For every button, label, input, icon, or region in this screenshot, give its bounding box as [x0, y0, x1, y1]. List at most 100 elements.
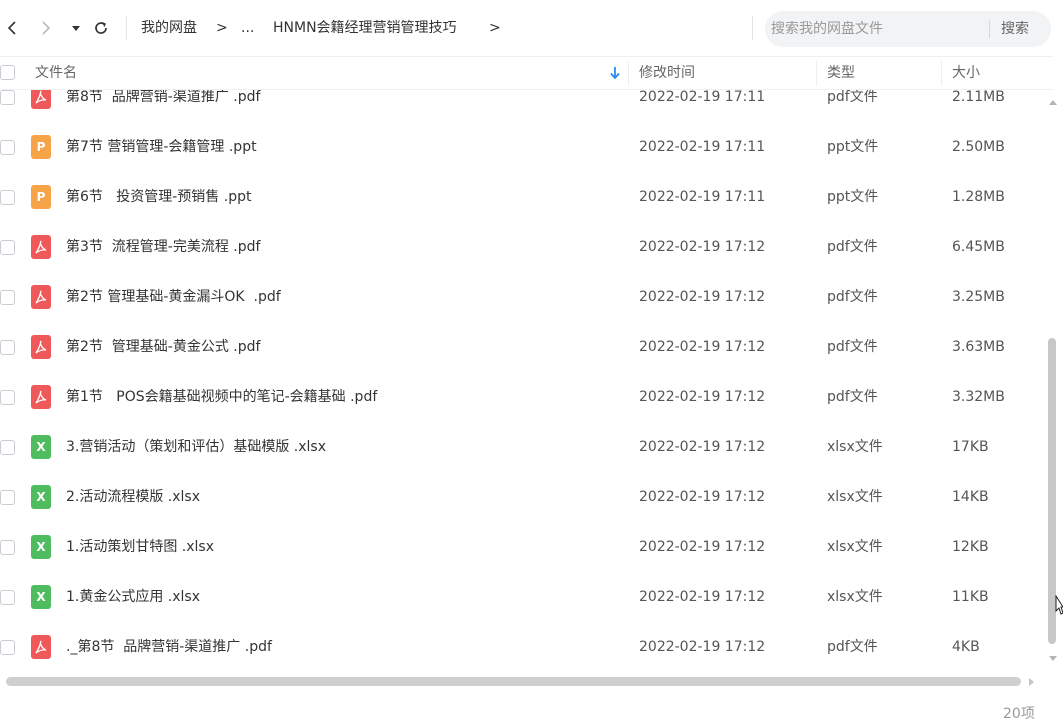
file-type: pdf文件 — [827, 239, 878, 255]
pdf-file-icon — [31, 385, 51, 409]
file-row[interactable]: 第2节 管理基础-黄金漏斗OK .pdf 2022-02-19 17:12 pd… — [0, 273, 1046, 323]
file-name: ._第8节 品牌营销-渠道推广 .pdf — [66, 639, 272, 655]
header-divider — [628, 61, 629, 86]
file-name: 1.黄金公式应用 .xlsx — [66, 589, 201, 605]
file-name: 第2节 管理基础-黄金漏斗OK .pdf — [66, 289, 281, 305]
ppt-file-icon: P — [31, 185, 51, 209]
file-date: 2022-02-19 17:12 — [639, 489, 766, 505]
header-size[interactable]: 大小 — [952, 57, 980, 90]
file-row[interactable]: 第2节 管理基础-黄金公式 .pdf 2022-02-19 17:12 pdf文… — [0, 323, 1046, 373]
refresh-button[interactable] — [89, 14, 113, 42]
file-type: ppt文件 — [827, 189, 879, 205]
file-date: 2022-02-19 17:11 — [639, 139, 766, 155]
mouse-cursor-icon — [1055, 595, 1063, 615]
file-name: 第1节 POS会籍基础视频中的笔记-会籍基础 .pdf — [66, 389, 378, 405]
history-dropdown-button[interactable] — [64, 14, 88, 42]
refresh-icon — [95, 22, 107, 34]
row-checkbox[interactable] — [0, 240, 15, 255]
toolbar-divider — [126, 16, 127, 40]
pdf-file-icon — [31, 235, 51, 259]
breadcrumb-separator: > — [216, 20, 228, 36]
row-checkbox[interactable] — [0, 290, 15, 305]
file-date: 2022-02-19 17:11 — [639, 189, 766, 205]
file-size: 12KB — [952, 539, 989, 555]
file-type: ppt文件 — [827, 139, 879, 155]
toolbar: 我的网盘 > ... HNMN会籍经理营销管理技巧 > 搜索 — [0, 0, 1063, 56]
row-checkbox[interactable] — [0, 540, 15, 555]
file-date: 2022-02-19 17:12 — [639, 389, 766, 405]
file-type: xlsx文件 — [827, 489, 883, 505]
file-date: 2022-02-19 17:12 — [639, 639, 766, 655]
breadcrumb-separator: > — [489, 20, 501, 36]
file-size: 3.63MB — [952, 339, 1005, 355]
file-list: 第8节 品牌营销-渠道推广 .pdf 2022-02-19 17:11 pdf文… — [0, 90, 1046, 672]
breadcrumb-ellipsis[interactable]: ... — [241, 18, 254, 38]
file-row[interactable]: P 第7节 营销管理-会籍管理 .ppt 2022-02-19 17:11 pp… — [0, 123, 1046, 173]
header-name[interactable]: 文件名 — [35, 57, 77, 90]
select-all-checkbox[interactable] — [0, 65, 15, 80]
file-date: 2022-02-19 17:12 — [639, 589, 766, 605]
file-row[interactable]: 第8节 品牌营销-渠道推广 .pdf 2022-02-19 17:11 pdf文… — [0, 90, 1046, 123]
xlsx-file-icon: X — [31, 535, 51, 559]
file-row[interactable]: ._第8节 品牌营销-渠道推广 .pdf 2022-02-19 17:12 pd… — [0, 623, 1046, 672]
forward-button[interactable] — [34, 14, 58, 42]
horizontal-scroll-thumb[interactable] — [6, 677, 1021, 686]
file-row[interactable]: 第3节 流程管理-完美流程 .pdf 2022-02-19 17:12 pdf文… — [0, 223, 1046, 273]
file-date: 2022-02-19 17:12 — [639, 239, 766, 255]
scroll-up-arrow-icon[interactable] — [1048, 98, 1058, 106]
file-size: 2.11MB — [952, 90, 1005, 105]
file-row[interactable]: X 1.黄金公式应用 .xlsx 2022-02-19 17:12 xlsx文件… — [0, 573, 1046, 623]
file-row[interactable]: P 第6节 投资管理-预销售 .ppt 2022-02-19 17:11 ppt… — [0, 173, 1046, 223]
file-size: 17KB — [952, 439, 989, 455]
file-name: 第3节 流程管理-完美流程 .pdf — [66, 239, 261, 255]
row-checkbox[interactable] — [0, 340, 15, 355]
sort-down-icon[interactable] — [609, 65, 621, 81]
back-button[interactable] — [0, 14, 24, 42]
file-date: 2022-02-19 17:11 — [639, 90, 766, 105]
row-checkbox[interactable] — [0, 590, 15, 605]
row-checkbox[interactable] — [0, 190, 15, 205]
horizontal-scrollbar[interactable] — [0, 672, 1046, 692]
scroll-down-arrow-icon[interactable] — [1048, 655, 1058, 663]
file-row[interactable]: X 2.活动流程模版 .xlsx 2022-02-19 17:12 xlsx文件… — [0, 473, 1046, 523]
file-name: 第7节 营销管理-会籍管理 .ppt — [66, 139, 257, 155]
file-row[interactable]: 第1节 POS会籍基础视频中的笔记-会籍基础 .pdf 2022-02-19 1… — [0, 373, 1046, 423]
file-type: xlsx文件 — [827, 589, 883, 605]
row-checkbox[interactable] — [0, 440, 15, 455]
header-modified[interactable]: 修改时间 — [639, 57, 695, 90]
xlsx-file-icon: X — [31, 585, 51, 609]
file-type: pdf文件 — [827, 639, 878, 655]
breadcrumb-current[interactable]: HNMN会籍经理营销管理技巧 — [273, 18, 457, 38]
file-name: 第6节 投资管理-预销售 .ppt — [66, 189, 252, 205]
scroll-right-arrow-icon[interactable] — [1027, 677, 1035, 687]
file-row[interactable]: X 3.营销活动（策划和评估）基础模版 .xlsx 2022-02-19 17:… — [0, 423, 1046, 473]
file-type: xlsx文件 — [827, 439, 883, 455]
file-type: pdf文件 — [827, 90, 878, 105]
file-type: pdf文件 — [827, 339, 878, 355]
xlsx-file-icon: X — [31, 435, 51, 459]
xlsx-file-icon: X — [31, 485, 51, 509]
file-size: 3.32MB — [952, 389, 1005, 405]
breadcrumb-root[interactable]: 我的网盘 — [141, 18, 197, 38]
file-size: 1.28MB — [952, 189, 1005, 205]
toolbar-divider — [752, 16, 753, 40]
row-checkbox[interactable] — [0, 640, 15, 655]
file-size: 11KB — [952, 589, 989, 605]
file-date: 2022-02-19 17:12 — [639, 289, 766, 305]
chevron-right-icon — [42, 21, 51, 35]
search-input[interactable] — [771, 11, 991, 47]
item-count: 20项 — [1003, 706, 1035, 722]
file-type: pdf文件 — [827, 289, 878, 305]
chevron-left-icon — [7, 21, 16, 35]
search-box: 搜索 — [765, 11, 1051, 47]
row-checkbox[interactable] — [0, 490, 15, 505]
search-button[interactable]: 搜索 — [1001, 19, 1029, 39]
vertical-scrollbar[interactable] — [1046, 90, 1063, 672]
file-row[interactable]: X 1.活动策划甘特图 .xlsx 2022-02-19 17:12 xlsx文… — [0, 523, 1046, 573]
row-checkbox[interactable] — [0, 90, 15, 105]
row-checkbox[interactable] — [0, 390, 15, 405]
row-checkbox[interactable] — [0, 140, 15, 155]
pdf-file-icon — [31, 635, 51, 659]
file-type: xlsx文件 — [827, 539, 883, 555]
header-type[interactable]: 类型 — [827, 57, 855, 90]
